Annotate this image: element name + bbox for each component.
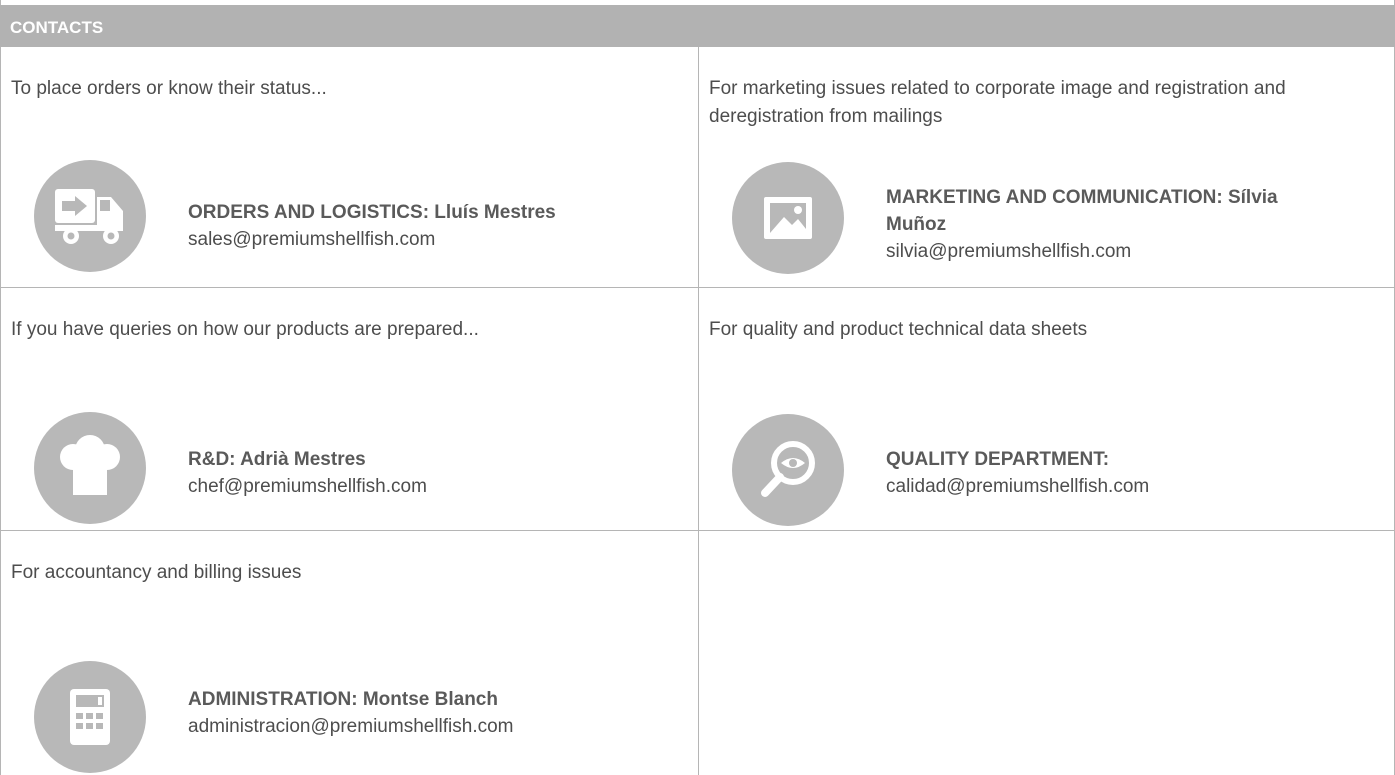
delivery-truck-icon <box>34 160 146 272</box>
contact-info: QUALITY DEPARTMENT: calidad@premiumshell… <box>886 446 1149 500</box>
contacts-header: CONTACTS <box>0 5 1395 47</box>
contact-email-link[interactable]: calidad@premiumshellfish.com <box>886 473 1149 500</box>
contact-intro: For marketing issues related to corporat… <box>709 78 1286 127</box>
contact-name: MARKETING AND COMMUNICATION: Sílvia Muño… <box>886 187 1278 235</box>
empty-cell <box>698 531 1395 775</box>
contact-intro: For quality and product technical data s… <box>709 319 1088 340</box>
contact-name: R&D: Adrià Mestres <box>188 449 366 470</box>
contact-info: ORDERS AND LOGISTICS: Lluís Mestres sale… <box>188 199 556 253</box>
calculator-icon <box>34 661 146 773</box>
contact-card-quality: For quality and product technical data s… <box>698 288 1395 531</box>
contact-intro: For accountancy and billing issues <box>11 562 302 583</box>
contacts-grid: To place orders or know their status... … <box>0 47 1395 775</box>
contact-card-administration: For accountancy and billing issues ADMIN… <box>0 531 698 775</box>
contact-card-rnd: If you have queries on how our products … <box>0 288 698 531</box>
contact-info: R&D: Adrià Mestres chef@premiumshellfish… <box>188 446 427 500</box>
contact-card-orders: To place orders or know their status... … <box>0 47 698 288</box>
contact-email-link[interactable]: sales@premiumshellfish.com <box>188 226 556 253</box>
chef-hat-icon <box>34 412 146 524</box>
contact-name: QUALITY DEPARTMENT: <box>886 449 1110 470</box>
contact-card-marketing: For marketing issues related to corporat… <box>698 47 1395 288</box>
magnifier-eye-icon <box>732 414 844 526</box>
contact-email-link[interactable]: chef@premiumshellfish.com <box>188 473 427 500</box>
contact-info: MARKETING AND COMMUNICATION: Sílvia Muño… <box>886 184 1326 265</box>
contact-intro: If you have queries on how our products … <box>11 319 479 340</box>
contact-info: ADMINISTRATION: Montse Blanch administra… <box>188 686 514 740</box>
contact-name: ADMINISTRATION: Montse Blanch <box>188 689 498 710</box>
image-icon <box>732 162 844 274</box>
contact-email-link[interactable]: silvia@premiumshellfish.com <box>886 238 1326 265</box>
contact-name: ORDERS AND LOGISTICS: Lluís Mestres <box>188 202 556 223</box>
contact-email-link[interactable]: administracion@premiumshellfish.com <box>188 713 514 740</box>
contact-intro: To place orders or know their status... <box>11 78 327 99</box>
